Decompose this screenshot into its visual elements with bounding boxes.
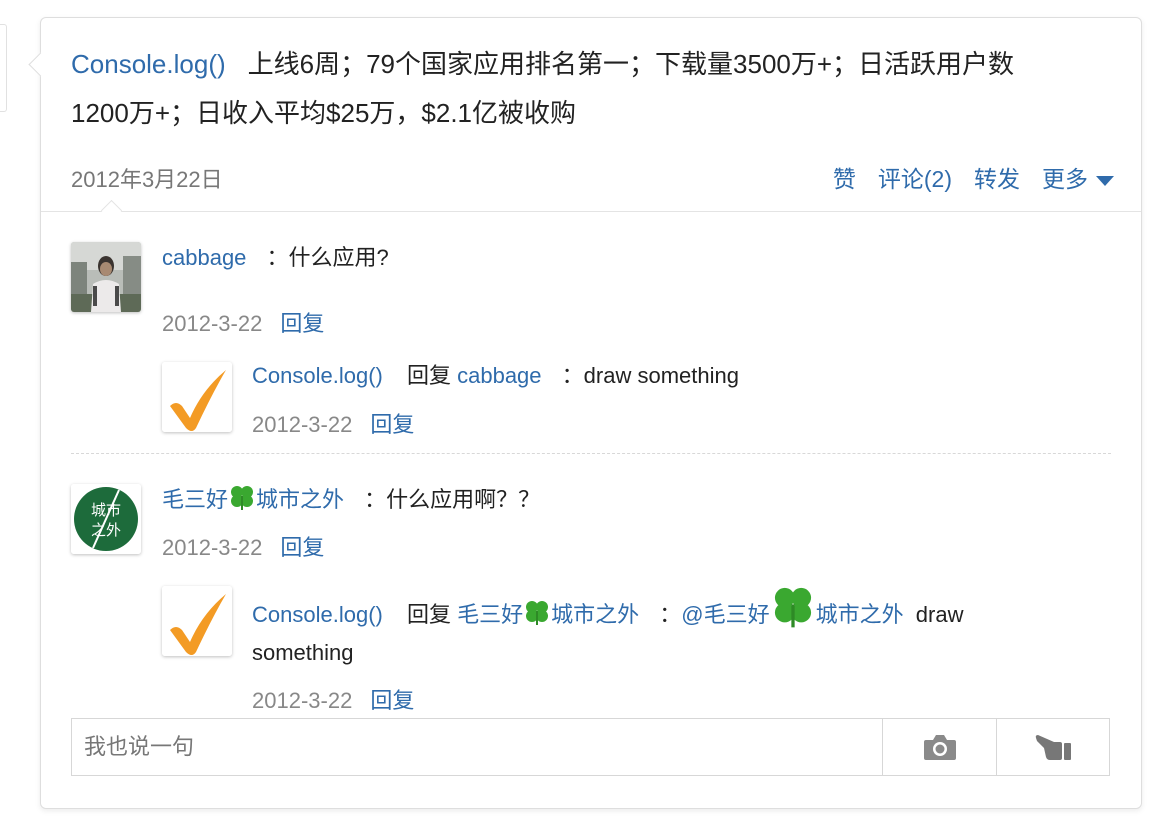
comment-button[interactable]: 评论(2): [878, 160, 952, 194]
avatar-maosanhao[interactable]: 城市 之外: [71, 484, 141, 554]
post-actions: 赞 评论(2) 转发 更多: [811, 160, 1114, 194]
post-text-line2: 1200万+；日收入平均$25万，$2.1亿被收购: [71, 98, 577, 128]
reply-text: ：draw something: [561, 363, 739, 388]
reply-1-meta: 2012-3-22 回复: [252, 407, 414, 439]
post-date: 2012年3月22日: [71, 167, 223, 192]
mention-link[interactable]: @毛三好 城市之外: [681, 587, 904, 628]
comment-1-line: cabbage ：什么应用?: [162, 240, 389, 272]
post-content: Console.log() 上线6周；79个国家应用排名第一；下载量3500万+；…: [71, 40, 1116, 138]
poke-button[interactable]: [996, 719, 1110, 775]
comment-2-meta: 2012-3-22 回复: [162, 530, 324, 562]
avatar-cabbage[interactable]: [71, 242, 141, 312]
like-button[interactable]: 赞: [833, 160, 856, 194]
comment-date: 2012-3-22: [162, 535, 263, 560]
feed-card: Console.log() 上线6周；79个国家应用排名第一；下载量3500万+；…: [28, 17, 1142, 809]
name-part: 城市之外: [256, 487, 345, 512]
city-logo-avatar: 城市 之外: [71, 484, 141, 554]
clover-icon: [231, 486, 254, 510]
comment-composer: [71, 718, 1110, 776]
previous-card-edge: [0, 24, 7, 112]
reply-word: 回复: [406, 602, 451, 627]
photo-button[interactable]: [882, 719, 996, 775]
camera-icon: [923, 735, 956, 760]
name-part: 毛三好: [457, 602, 524, 627]
comment-text: ：什么应用啊？？: [364, 487, 541, 512]
svg-text:城市: 城市: [91, 501, 121, 519]
reply-2-line: Console.log() 回复 毛三好 城市之外 ：@毛三好 城市之外 draw …: [252, 584, 963, 672]
forward-button[interactable]: 转发: [974, 160, 1020, 194]
commenter-name-link[interactable]: cabbage: [162, 245, 246, 270]
clover-icon: [774, 587, 811, 628]
reply-target-link[interactable]: 毛三好 城市之外: [457, 601, 640, 627]
comment-list: cabbage ：什么应用? 2012-3-22 回复 Console.log()…: [41, 212, 1141, 808]
reply-button[interactable]: 回复: [370, 688, 414, 713]
reply-button[interactable]: 回复: [280, 535, 324, 560]
more-label: 更多: [1042, 166, 1088, 192]
avatar-console-log[interactable]: [162, 362, 232, 432]
comment-separator: [71, 453, 1111, 454]
checkmark-icon: [162, 362, 232, 432]
post-author-link[interactable]: Console.log(): [71, 49, 226, 79]
photo-avatar-image: [71, 242, 141, 312]
svg-text:之外: 之外: [91, 521, 121, 539]
checkmark-icon: [162, 586, 232, 656]
more-button[interactable]: 更多: [1042, 160, 1114, 194]
replier-name-link[interactable]: Console.log(): [252, 363, 383, 388]
comment-2-line: 毛三好 城市之外 ：什么应用啊？？: [162, 482, 540, 514]
pointing-hand-icon: [1035, 735, 1071, 760]
reply-colon: ：: [659, 602, 682, 627]
reply-2-meta: 2012-3-22 回复: [252, 683, 414, 715]
avatar-console-log[interactable]: [162, 586, 232, 656]
reply-1-line: Console.log() 回复 cabbage ：draw something: [252, 358, 739, 390]
comment-date: 2012-3-22: [162, 311, 263, 336]
replier-name-link[interactable]: Console.log(): [252, 602, 383, 627]
mention-part: 城市之外: [815, 602, 904, 627]
reply-date: 2012-3-22: [252, 688, 353, 713]
comment-1-meta: 2012-3-22 回复: [162, 306, 324, 338]
caret-down-icon: [1096, 175, 1114, 186]
reply-text-line2: something: [252, 640, 354, 665]
name-part: 毛三好: [162, 487, 229, 512]
clover-icon: [526, 601, 549, 625]
name-part: 城市之外: [551, 602, 640, 627]
reply-target-link[interactable]: cabbage: [457, 363, 541, 388]
reply-button[interactable]: 回复: [370, 412, 414, 437]
comment-text: ：什么应用?: [266, 245, 389, 270]
commenter-name-link[interactable]: 毛三好 城市之外: [162, 486, 345, 512]
reply-date: 2012-3-22: [252, 412, 353, 437]
reply-word: 回复: [406, 363, 451, 388]
comment-input[interactable]: [72, 719, 882, 775]
mention-part: @毛三好: [681, 602, 770, 627]
post-text-line1: 上线6周；79个国家应用排名第一；下载量3500万+；日活跃用户数: [247, 49, 1015, 79]
card-pointer: [28, 52, 53, 77]
reply-button[interactable]: 回复: [280, 311, 324, 336]
post-meta: 2012年3月22日 赞 评论(2) 转发 更多: [71, 160, 1116, 196]
reply-text-tail: draw: [915, 602, 964, 627]
